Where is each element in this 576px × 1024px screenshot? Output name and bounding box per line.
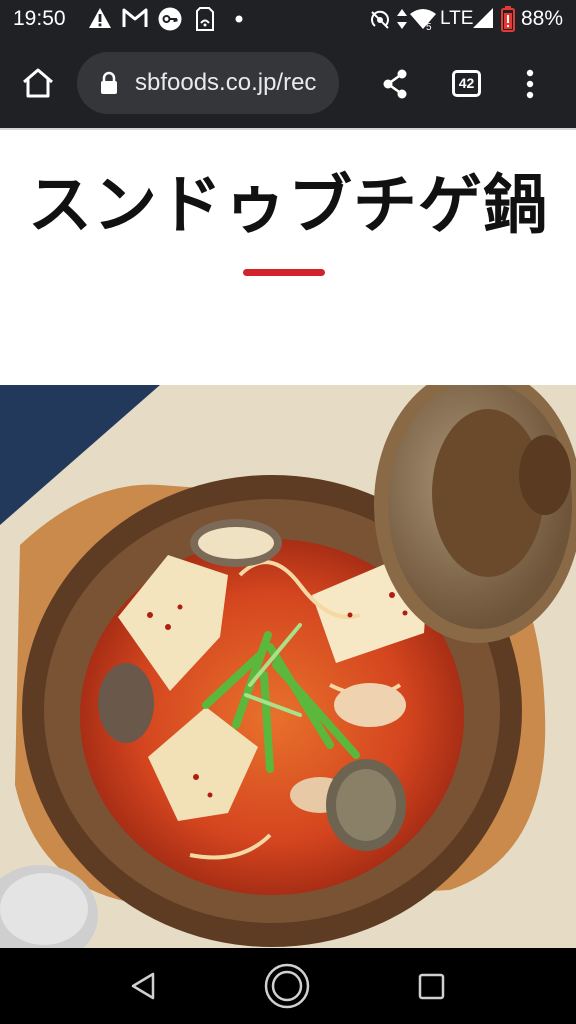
battery-icon xyxy=(501,6,515,32)
status-bar: 19:50 5 LTE 88% xyxy=(0,0,576,40)
lock-icon xyxy=(101,71,117,94)
recipe-title: スンドゥブチゲ鍋 xyxy=(28,169,548,243)
more-vert-icon[interactable] xyxy=(525,69,535,99)
browser-toolbar: sbfoods.co.jp/rec 42 xyxy=(0,40,576,128)
hotspot-icon xyxy=(371,10,389,29)
title-accent-line xyxy=(243,269,325,276)
share-icon[interactable] xyxy=(381,69,409,99)
web-page: スンドゥブチゲ鍋 xyxy=(0,128,576,948)
svg-text:5: 5 xyxy=(426,22,432,31)
gmail-icon xyxy=(122,8,148,27)
page-top-divider xyxy=(0,128,576,130)
back-icon[interactable] xyxy=(129,971,157,1001)
navigation-bar xyxy=(0,948,576,1024)
home-icon[interactable] xyxy=(21,67,55,99)
warning-icon xyxy=(89,8,111,28)
tabs-icon[interactable]: 42 xyxy=(452,70,481,97)
wifi-icon: 5 xyxy=(410,9,436,31)
data-arrows-icon xyxy=(397,9,407,29)
status-time: 19:50 xyxy=(13,7,66,30)
sim-icon xyxy=(196,7,214,31)
address-bar[interactable]: sbfoods.co.jp/rec xyxy=(77,52,339,114)
recents-icon[interactable] xyxy=(418,973,446,1001)
signal-icon xyxy=(473,8,493,28)
battery-percent: 88% xyxy=(521,7,564,30)
recipe-hero-image xyxy=(0,385,576,948)
dot-icon xyxy=(235,15,243,23)
key-icon xyxy=(158,7,182,31)
network-type: LTE xyxy=(440,8,474,29)
url-text: sbfoods.co.jp/rec xyxy=(135,69,317,96)
home-nav-icon[interactable] xyxy=(264,963,310,1009)
